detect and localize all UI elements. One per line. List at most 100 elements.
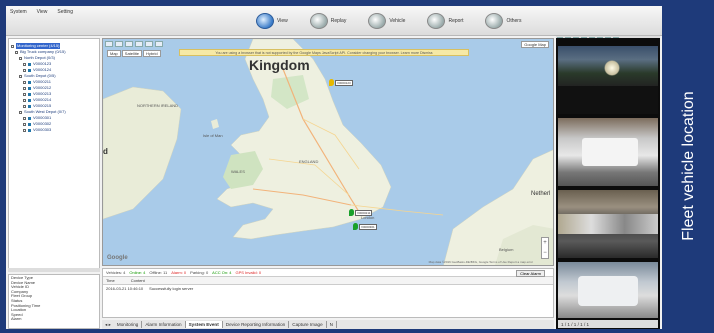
tab-capture-image[interactable]: Capture Image: [289, 321, 327, 328]
camera-feed[interactable]: [558, 46, 658, 114]
zoom-in-button[interactable]: +: [542, 238, 548, 248]
map-tool-select[interactable]: [115, 41, 123, 47]
map-label-ireland-fragment: d: [103, 147, 108, 156]
checkbox[interactable]: [23, 92, 26, 96]
checkbox[interactable]: [23, 98, 26, 102]
map-copyright: Map data ©2016 GeoBasis-DE/BKG, Google T…: [428, 260, 533, 264]
map-view[interactable]: Map Satellite Hybrid You are using a bro…: [102, 38, 554, 266]
bottom-tab-bar: ◂ ▸ Monitoring Alarm Information System Ev…: [102, 320, 554, 329]
vehicle-icon: [28, 104, 31, 108]
checkbox[interactable]: [23, 62, 26, 66]
tab-device-reporting-information[interactable]: Device Reporting Information: [223, 321, 290, 328]
camera-feed[interactable]: [558, 262, 658, 318]
vehicle-info-panel: Device Type Device Name Vehicle ID Company F…: [8, 274, 100, 329]
map-type-satellite[interactable]: Satellite: [121, 50, 143, 57]
fleet-app-window: System View Setting View Replay Vehicle …: [6, 6, 662, 329]
map-label-wales: WALES: [231, 169, 245, 174]
parked-cars: [558, 214, 658, 234]
vehicle-tree-panel: Monitoring center (4/15) Big Truck compan…: [8, 38, 100, 271]
vehicle-marker[interactable]: V0000211: [349, 209, 373, 216]
map-tool-poi[interactable]: [155, 41, 163, 47]
map-tool-area[interactable]: [135, 41, 143, 47]
vehicle-tree: Monitoring center (4/15) Big Truck compan…: [9, 39, 99, 137]
vehicle-marker-label: V0000211: [355, 209, 373, 216]
vehicle-icon: [28, 128, 31, 132]
map-toolbar: [105, 41, 163, 47]
vehicle-marker-label: V0000301: [359, 223, 377, 230]
checkbox[interactable]: [23, 128, 26, 132]
globe-icon: [256, 13, 274, 29]
event-content: Successfully login server: [149, 286, 194, 291]
menu-setting[interactable]: Setting: [57, 9, 73, 15]
vehicle-icon: [28, 86, 31, 90]
checkbox[interactable]: [19, 110, 22, 114]
checkbox[interactable]: [11, 44, 14, 48]
vehicle-marker[interactable]: V0000123: [329, 79, 353, 86]
main-nav: View Replay Vehicle Report Others: [252, 11, 525, 31]
info-field-label: Alarm: [11, 316, 22, 322]
map-tool-pan[interactable]: [105, 41, 113, 47]
table-row[interactable]: 2016-03-21 10:46:10 Successfully login s…: [103, 285, 553, 292]
tree-node[interactable]: V0000303: [11, 127, 97, 133]
vehicle-icon: [368, 13, 387, 29]
checkbox[interactable]: [19, 56, 22, 60]
vehicle-icon: [28, 116, 31, 120]
map-tool-route[interactable]: [145, 41, 153, 47]
video-page-nav[interactable]: 1 / 1 / 1 / 1 / 1: [558, 320, 658, 328]
tree-node-label: V0000303: [33, 127, 52, 132]
nav-label: Others: [506, 18, 522, 24]
tab-n[interactable]: N: [327, 321, 337, 328]
camera-feed[interactable]: [558, 118, 658, 186]
status-counter: ACC On: 4: [212, 270, 232, 275]
map-pin-icon: [329, 79, 334, 86]
menu-view[interactable]: View: [37, 9, 48, 15]
checkbox[interactable]: [19, 74, 22, 78]
vehicle-icon: [28, 92, 31, 96]
vehicle-marker[interactable]: V0000301: [353, 223, 377, 230]
sun-glare: [604, 60, 620, 76]
nav-label: Report: [448, 18, 464, 24]
map-type-hybrid[interactable]: Hybrid: [143, 50, 161, 57]
status-counter: Offline: 11: [149, 270, 168, 275]
map-type-switcher: Map Satellite Hybrid: [107, 50, 161, 57]
checkbox[interactable]: [23, 68, 26, 72]
map-type-map[interactable]: Map: [107, 50, 121, 57]
checkbox[interactable]: [23, 116, 26, 120]
map-label-kingdom: Kingdom: [249, 57, 310, 73]
caption-text: Fleet vehicle location: [680, 91, 697, 241]
event-panel: Vehicles: 4 Online: 4 Offline: 11 Alarm: 0P…: [102, 268, 554, 318]
map-label-isle-of-man: Isle of Man: [203, 133, 223, 138]
nav-vehicle-button[interactable]: Vehicle: [364, 11, 409, 31]
checkbox[interactable]: [23, 104, 26, 108]
status-counter: Vehicles: 4: [106, 270, 126, 275]
clear-alarm-button[interactable]: Clear Alarm: [516, 270, 545, 277]
checkbox[interactable]: [23, 86, 26, 90]
camera-feed[interactable]: [558, 190, 658, 258]
menu-system[interactable]: System: [10, 9, 27, 15]
tab-system-event[interactable]: System Event: [185, 321, 223, 328]
nav-report-button[interactable]: Report: [423, 11, 467, 31]
browser-notice-banner: You are using a browser that is not supp…: [179, 49, 469, 56]
map-tool-measure[interactable]: [125, 41, 133, 47]
tree-scrollbar[interactable]: [8, 268, 100, 272]
map-provider-select[interactable]: Google Map: [521, 41, 549, 48]
tab-scroll-left-icon[interactable]: ◂ ▸: [102, 322, 114, 328]
checkbox[interactable]: [23, 80, 26, 84]
zoom-out-button[interactable]: −: [542, 248, 548, 258]
nav-label: Vehicle: [389, 18, 406, 24]
nav-replay-button[interactable]: Replay: [306, 11, 351, 31]
nav-others-button[interactable]: Others: [481, 11, 525, 31]
vehicle-icon: [28, 122, 31, 126]
video-page-indicator: 1 / 1 / 1 / 1 / 1: [561, 321, 590, 327]
tab-alarm-information[interactable]: Alarm Information: [142, 321, 186, 328]
checkbox[interactable]: [15, 50, 18, 54]
status-counter: Online: 4: [129, 270, 146, 275]
nav-label: Replay: [330, 18, 347, 24]
top-toolbar: System View Setting View Replay Vehicle …: [6, 6, 662, 36]
tab-monitoring[interactable]: Monitoring: [114, 321, 143, 328]
caption-band: Fleet vehicle location: [664, 0, 714, 333]
nav-view-button[interactable]: View: [252, 11, 292, 31]
vehicle-icon: [28, 98, 31, 102]
checkbox[interactable]: [23, 122, 26, 126]
vehicle-icon: [28, 80, 31, 84]
